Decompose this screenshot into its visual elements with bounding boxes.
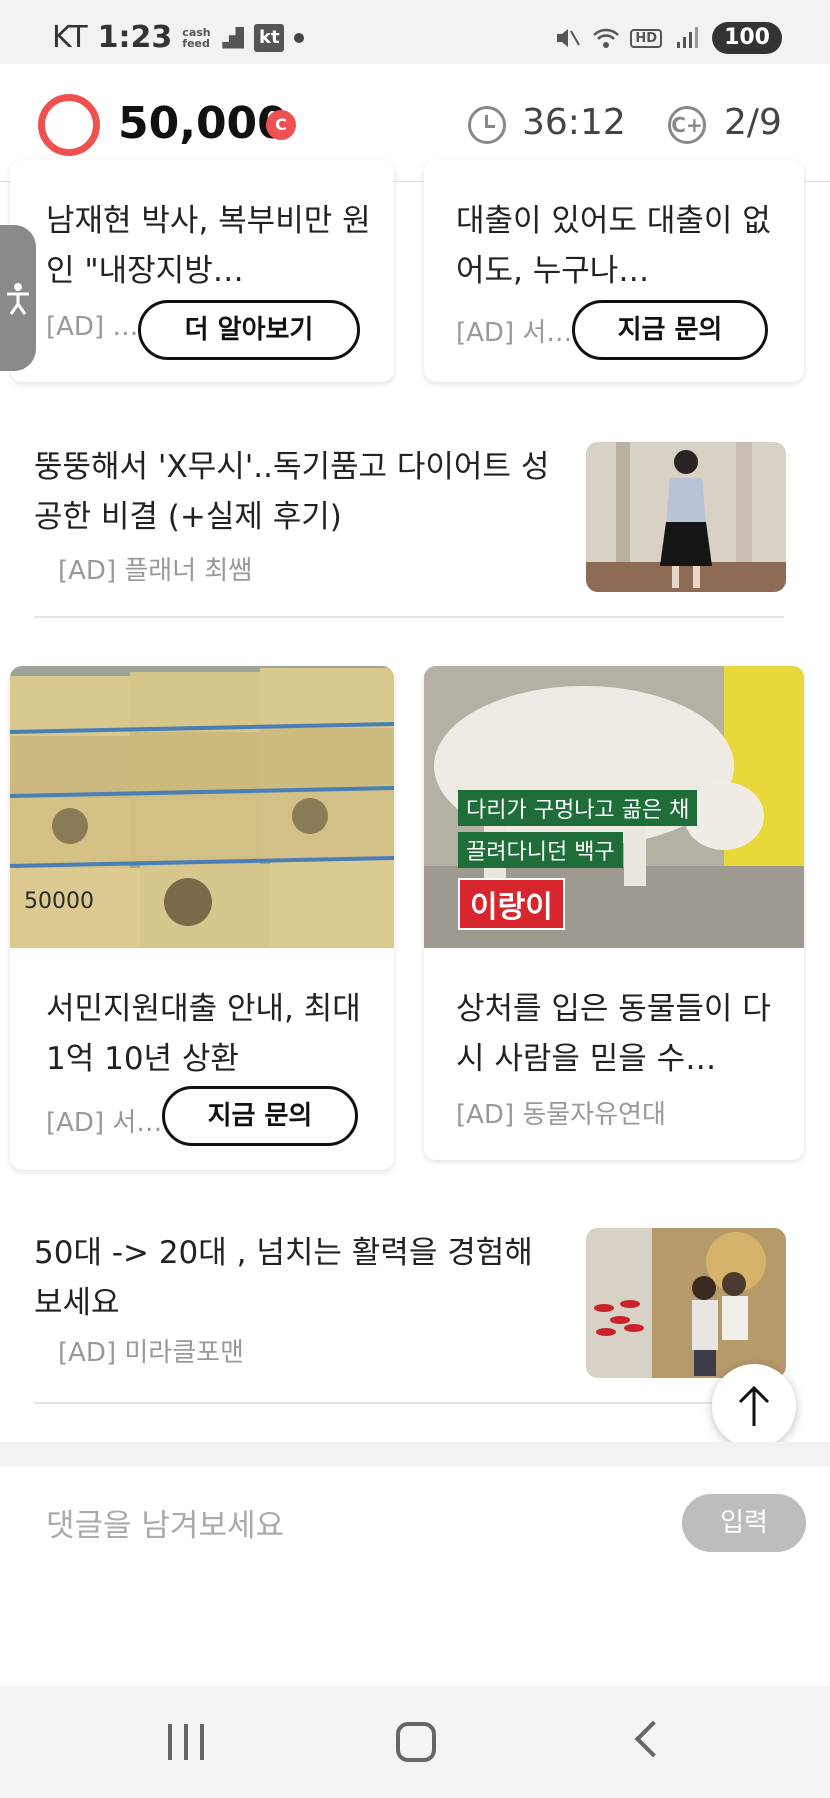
- app-notification-icon: [222, 26, 245, 49]
- mute-icon: [554, 26, 581, 50]
- status-bar: KT 1:23 cash feed kt HD 100: [0, 0, 830, 64]
- points-value: 50,000: [118, 98, 288, 149]
- timer-value: 36:12: [522, 102, 626, 143]
- clock-icon: [468, 106, 506, 144]
- ad-source: [AD] 미라클포맨: [58, 1338, 244, 1368]
- cashfeed-icon: cash feed: [182, 25, 211, 50]
- coin-plus-icon: C+: [668, 106, 706, 144]
- ad-source: [AD] 동물자유연대: [456, 1100, 666, 1130]
- comment-input[interactable]: 댓글을 남겨보세요: [46, 1500, 284, 1545]
- dog-image: 다리가 구멍나고 곪은 채 끌려다니던 백구 이랑이: [424, 666, 804, 948]
- inquire-now-button[interactable]: 지금 문의: [572, 300, 768, 360]
- notification-dot-icon: [294, 32, 305, 43]
- ad-list-item-vitality[interactable]: 50대 -> 20대 , 넘치는 활력을 경험해보세요 [AD] 미라클포맨: [34, 1228, 786, 1404]
- battery-icon: 100: [712, 22, 782, 54]
- card-title: 서민지원대출 안내, 최대 1억 10년 상환: [46, 991, 361, 1077]
- thumbnail-image: [586, 1228, 786, 1378]
- card-title: 상처를 입은 동물들이 다시 사람을 믿을 수…: [456, 991, 771, 1077]
- card-title: 남재현 박사, 복부비만 원인 "내장지방…: [46, 203, 371, 289]
- ad-source: [AD] …: [46, 312, 139, 342]
- bill-label: 50000: [24, 889, 94, 914]
- money-image: 50000: [10, 666, 394, 948]
- comment-bar: 댓글을 남겨보세요 입력: [0, 1466, 830, 1686]
- progress-ring-icon: [38, 94, 100, 156]
- kt-icon: kt: [254, 23, 285, 52]
- arrow-up-icon: [738, 1385, 770, 1426]
- ad-card-loan[interactable]: 50000 서민지원대출 안내, 최대 1억 10년 상환 [AD] 서… 지금…: [10, 666, 394, 1170]
- list-item-title: 50대 -> 20대 , 넘치는 활력을 경험해보세요: [34, 1235, 533, 1321]
- card-title: 대출이 있어도 대출이 없어도, 누구나…: [456, 203, 771, 289]
- progress-count: 2/9: [724, 102, 782, 143]
- learn-more-button[interactable]: 더 알아보기: [138, 300, 360, 360]
- scroll-to-top-button[interactable]: [712, 1364, 796, 1448]
- back-icon[interactable]: [634, 1720, 672, 1758]
- wifi-icon: [592, 26, 620, 50]
- accessibility-icon[interactable]: [0, 225, 36, 371]
- thumbnail-image: [586, 442, 786, 592]
- list-item-title: 뚱뚱해서 'X무시'..독기품고 다이어트 성공한 비결 (+실제 후기): [34, 449, 550, 535]
- image-caption: 다리가 구멍나고 곪은 채: [458, 790, 698, 826]
- clock: 1:23: [97, 20, 173, 55]
- hd-voice-icon: HD: [630, 28, 663, 48]
- recent-apps-icon[interactable]: [168, 1724, 204, 1760]
- section-divider: [0, 1442, 830, 1466]
- inquire-now-button[interactable]: 지금 문의: [162, 1086, 358, 1146]
- ad-source: [AD] 서…: [46, 1108, 163, 1138]
- ad-card-top-right[interactable]: 대출이 있어도 대출이 없어도, 누구나… [AD] 서… 지금 문의: [424, 160, 804, 382]
- submit-button[interactable]: 입력: [682, 1494, 806, 1552]
- signal-icon: [674, 26, 700, 50]
- ad-source: [AD] 플래너 최쌤: [58, 556, 253, 586]
- ad-source: [AD] 서…: [456, 318, 573, 348]
- ad-card-top-left[interactable]: 남재현 박사, 복부비만 원인 "내장지방… [AD] … 더 알아보기: [10, 160, 394, 382]
- ad-list-item-diet[interactable]: 뚱뚱해서 'X무시'..독기품고 다이어트 성공한 비결 (+실제 후기) [A…: [34, 442, 786, 618]
- system-nav-bar: [0, 1686, 830, 1798]
- image-caption: 끌려다니던 백구: [458, 832, 623, 868]
- home-icon[interactable]: [396, 1722, 436, 1762]
- image-caption: 이랑이: [458, 878, 565, 930]
- coin-icon: C: [266, 110, 296, 140]
- ad-card-animal[interactable]: 다리가 구멍나고 곪은 채 끌려다니던 백구 이랑이 상처를 입은 동물들이 다…: [424, 666, 804, 1160]
- carrier-label: KT: [52, 20, 88, 55]
